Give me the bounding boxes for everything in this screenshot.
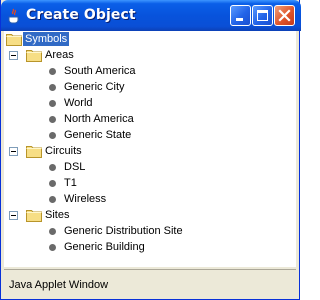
folder-icon [26, 144, 42, 158]
tree-node-label: Sites [45, 209, 70, 221]
bullet-icon [49, 132, 56, 139]
java-icon [7, 8, 21, 24]
maximize-icon [257, 10, 268, 21]
tree-leaf[interactable]: North America [4, 111, 296, 127]
symbols-tree[interactable]: Symbols Areas South America Generic City Wor… [4, 31, 296, 267]
folder-icon [26, 208, 42, 222]
tree-leaf[interactable]: Wireless [4, 191, 296, 207]
bullet-icon [49, 68, 56, 75]
window-title: Create Object [26, 7, 136, 23]
applet-window: Create Object Symbols Areas South America G… [0, 0, 301, 300]
collapse-icon[interactable] [9, 51, 18, 60]
tree-leaf[interactable]: Generic Distribution Site [4, 223, 296, 239]
tree-leaf-label: North America [64, 113, 134, 125]
bullet-icon [49, 244, 56, 251]
tree-leaf[interactable]: Generic Building [4, 239, 296, 255]
bullet-icon [49, 116, 56, 123]
tree-leaf-label: Generic State [64, 129, 132, 141]
tree-node-label: Symbols [23, 32, 70, 46]
bullet-icon [49, 164, 56, 171]
tree-leaf[interactable]: Generic State [4, 127, 296, 143]
tree-leaf-label: Generic Building [64, 241, 145, 253]
tree-leaf[interactable]: T1 [4, 175, 296, 191]
tree-leaf-label: South America [64, 65, 136, 77]
tree-leaf[interactable]: South America [4, 63, 296, 79]
tree-leaf-label: World [64, 97, 93, 109]
status-bar: Java Applet Window [4, 269, 296, 297]
tree-node-circuits[interactable]: Circuits [4, 143, 296, 159]
folder-icon [6, 32, 22, 46]
collapse-icon[interactable] [9, 147, 18, 156]
tree-node-label: Circuits [45, 145, 82, 157]
tree-node-label: Areas [45, 49, 74, 61]
maximize-button[interactable] [252, 5, 273, 26]
tree-leaf[interactable]: World [4, 95, 296, 111]
minimize-button[interactable] [230, 5, 251, 26]
tree-leaf-label: T1 [64, 177, 77, 189]
close-icon [278, 9, 291, 22]
tree-leaf[interactable]: DSL [4, 159, 296, 175]
bullet-icon [49, 196, 56, 203]
status-text: Java Applet Window [9, 279, 109, 291]
tree-leaf-label: Generic Distribution Site [64, 225, 183, 237]
tree-node-areas[interactable]: Areas [4, 47, 296, 63]
collapse-icon[interactable] [9, 211, 18, 220]
close-button[interactable] [274, 5, 295, 26]
bullet-icon [49, 100, 56, 107]
minimize-icon [236, 18, 243, 21]
tree-leaf-label: DSL [64, 161, 86, 173]
title-bar[interactable]: Create Object [1, 0, 301, 31]
bullet-icon [49, 84, 56, 91]
tree-node-sites[interactable]: Sites [4, 207, 296, 223]
folder-icon [26, 48, 42, 62]
tree-node-root[interactable]: Symbols [4, 31, 296, 47]
tree-leaf-label: Wireless [64, 193, 107, 205]
bullet-icon [49, 180, 56, 187]
tree-leaf[interactable]: Generic City [4, 79, 296, 95]
bullet-icon [49, 228, 56, 235]
tree-leaf-label: Generic City [64, 81, 125, 93]
